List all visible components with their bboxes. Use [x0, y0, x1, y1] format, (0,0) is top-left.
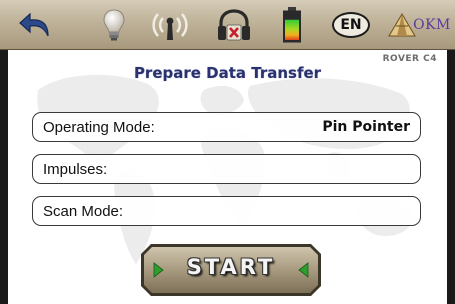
back-button[interactable] — [14, 0, 58, 50]
light-bulb-icon — [103, 9, 125, 41]
field-label: Operating Mode: — [43, 118, 155, 136]
lamp-button[interactable] — [96, 0, 132, 50]
model-label: ROVER C4 — [382, 54, 437, 64]
operating-mode-field[interactable]: Operating Mode: Pin Pointer — [32, 112, 421, 142]
main-panel: ROVER C4 Prepare Data Transfer Operating… — [8, 50, 447, 304]
okm-logo: OKM — [384, 0, 454, 50]
headphones-button[interactable] — [212, 0, 256, 50]
battery-indicator — [276, 0, 308, 50]
impulses-field[interactable]: Impulses: — [32, 154, 421, 184]
language-label: EN — [332, 12, 370, 38]
headphones-muted-icon — [218, 9, 250, 41]
signal-antenna-icon — [152, 13, 188, 40]
field-label: Scan Mode: — [43, 202, 124, 220]
battery-icon — [283, 7, 301, 43]
field-value: Pin Pointer — [322, 119, 410, 135]
toolbar: EN OKM — [0, 0, 455, 50]
back-arrow-icon — [19, 12, 49, 37]
field-label: Impulses: — [43, 160, 108, 178]
start-button[interactable]: START — [141, 244, 321, 296]
language-button[interactable]: EN — [330, 0, 372, 50]
start-label: START — [186, 255, 276, 279]
brand-text: OKM — [413, 17, 451, 33]
scan-mode-field[interactable]: Scan Mode: — [32, 196, 421, 226]
signal-button[interactable] — [148, 0, 192, 50]
page-title: Prepare Data Transfer — [133, 64, 322, 82]
